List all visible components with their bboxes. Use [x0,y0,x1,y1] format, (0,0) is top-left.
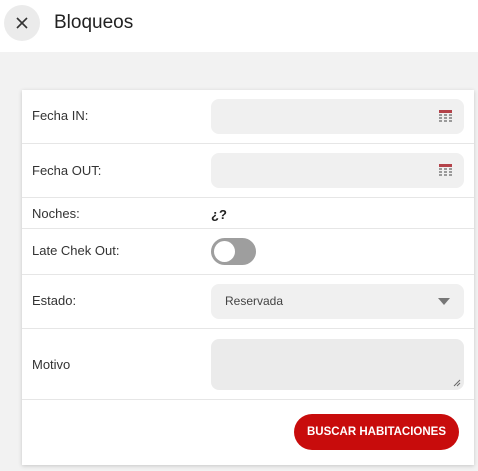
estado-label: Estado: [32,293,77,308]
close-icon [16,17,28,29]
estado-selected-value: Reservada [225,294,284,308]
noches-label: Noches: [32,206,80,221]
estado-select[interactable]: Reservada [211,284,464,319]
motivo-label: Motivo [32,357,71,372]
motivo-row: Motivo [22,329,474,400]
blocking-form-card: Fecha IN: Fecha OUT: Noches: ¿? Late Che… [22,90,474,465]
fecha-in-label: Fecha IN: [32,108,89,123]
chevron-down-icon [438,298,450,305]
late-checkout-label: Late Chek Out: [32,243,120,258]
calendar-icon[interactable] [439,164,452,176]
calendar-icon[interactable] [439,110,452,122]
toggle-knob [214,241,235,262]
resize-grip-icon[interactable] [453,379,461,387]
late-checkout-toggle[interactable] [211,238,256,265]
close-button[interactable] [4,5,40,41]
search-rooms-button[interactable]: BUSCAR HABITACIONES [294,414,459,450]
motivo-textarea[interactable] [211,339,464,390]
app-header: Bloqueos [0,0,478,52]
page-title: Bloqueos [54,12,134,33]
fecha-in-row: Fecha IN: [22,90,474,144]
late-checkout-row: Late Chek Out: [22,229,474,275]
fecha-out-label: Fecha OUT: [32,163,102,178]
fecha-out-row: Fecha OUT: [22,144,474,198]
noches-value: ¿? [211,207,227,222]
estado-row: Estado: Reservada [22,275,474,329]
fecha-in-input[interactable] [211,99,464,134]
fecha-out-input[interactable] [211,153,464,188]
noches-row: Noches: ¿? [22,198,474,229]
